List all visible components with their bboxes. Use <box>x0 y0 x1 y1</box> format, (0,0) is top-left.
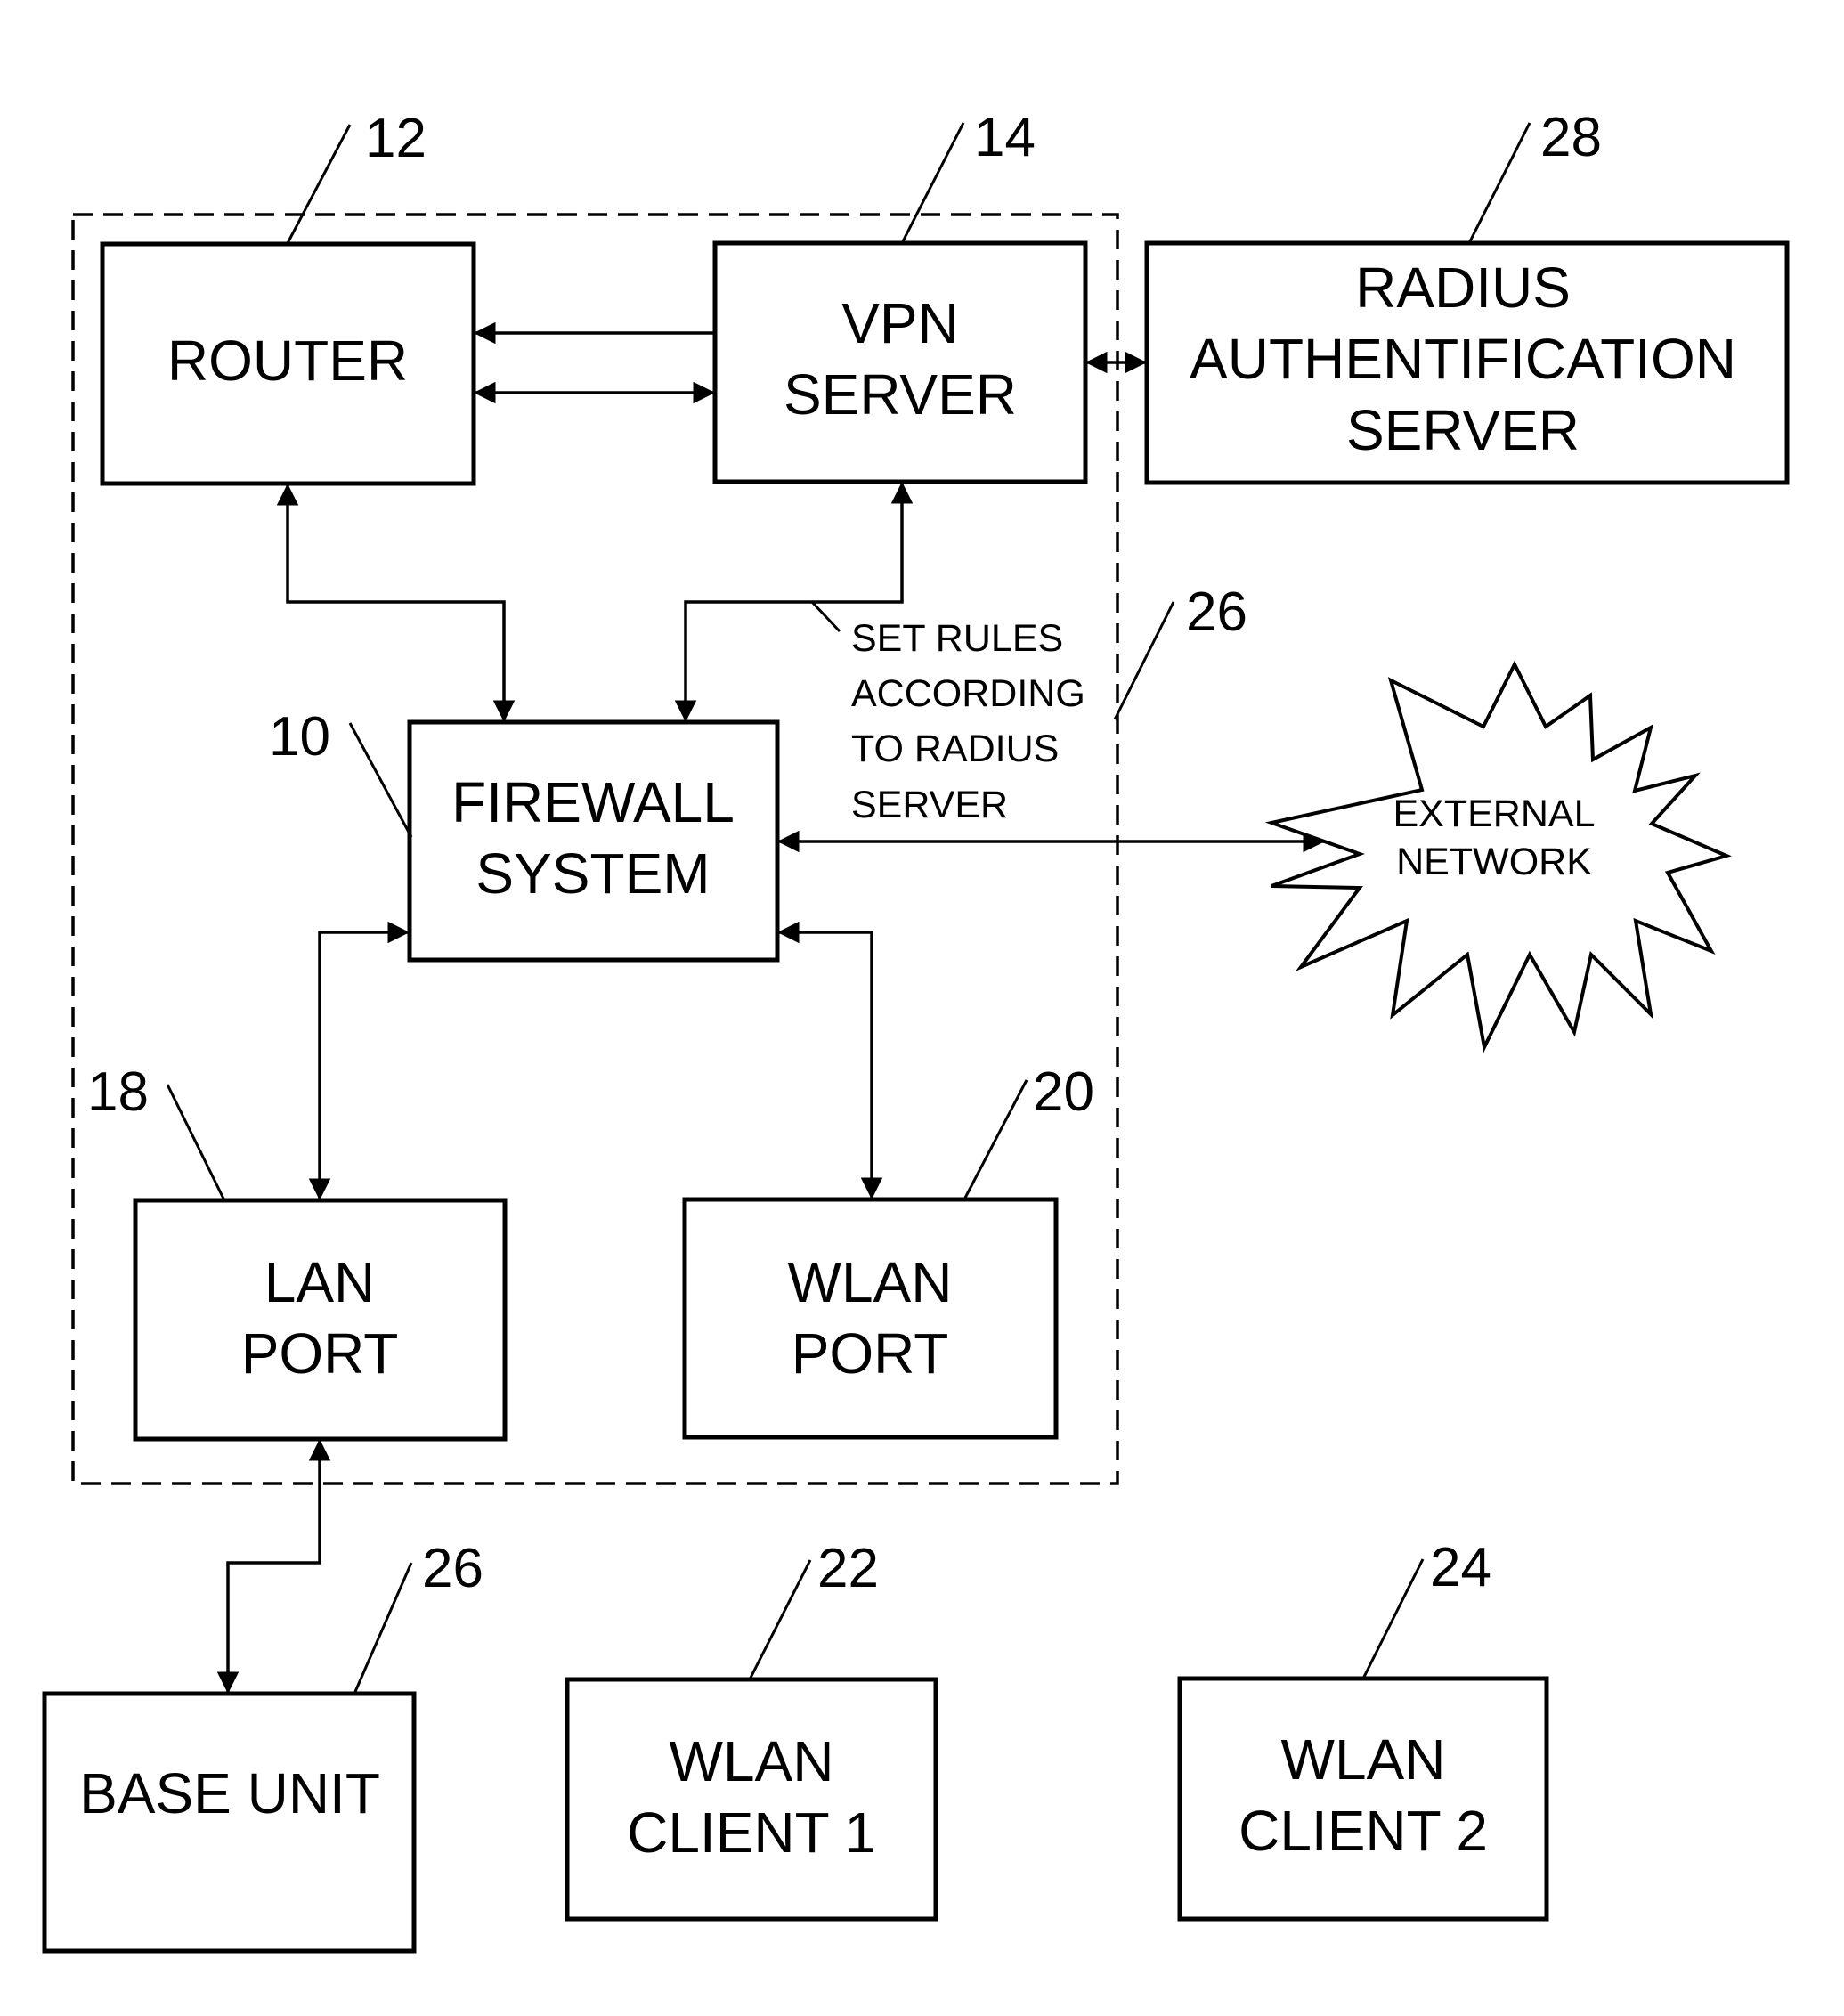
ref-28: 28 <box>1540 107 1602 168</box>
wlan-client-1-box <box>565 1677 938 1922</box>
external-network-label-line1: EXTERNAL <box>1393 793 1595 835</box>
ref-26-group: 26 <box>1186 581 1247 643</box>
lan-port-label-line1: LAN <box>264 1250 376 1314</box>
wlan-port-label-line1: WLAN <box>788 1250 953 1314</box>
leader-24 <box>1361 1558 1425 1679</box>
ref-20: 20 <box>1033 1061 1094 1123</box>
firewall-label-line1: FIREWALL <box>451 770 735 834</box>
ref-24: 24 <box>1430 1537 1491 1598</box>
wlan-client-1-label-line1: WLAN <box>670 1729 834 1793</box>
connector-router-firewall <box>276 484 516 722</box>
wlan-client-2-label-line2: CLIENT 2 <box>1239 1799 1488 1863</box>
leader-20 <box>963 1079 1028 1200</box>
vpn-label-line2: SERVER <box>784 362 1017 427</box>
ref-12: 12 <box>365 108 426 169</box>
leader-26-base <box>353 1562 413 1695</box>
router-label: ROUTER <box>167 329 408 393</box>
ref-22: 22 <box>817 1538 879 1599</box>
wlan-client-2-label-line1: WLAN <box>1281 1727 1446 1792</box>
leader-set-rules <box>810 600 841 633</box>
connector-firewall-lan <box>308 921 410 1200</box>
radius-label-line3: SERVER <box>1346 398 1580 462</box>
ref-26-base: 26 <box>422 1538 483 1599</box>
wlan-client-1-label-line2: CLIENT 1 <box>627 1801 876 1865</box>
radius-label-line1: RADIUS <box>1355 256 1571 320</box>
lan-port-label-line2: PORT <box>241 1321 399 1386</box>
leader-22 <box>748 1559 812 1680</box>
external-network-label-line2: NETWORK <box>1396 841 1592 883</box>
set-rules-line2: ACCORDING <box>851 672 1085 715</box>
set-rules-line3: TO RADIUS <box>851 728 1059 770</box>
leader-12 <box>286 124 352 244</box>
vpn-label-line1: VPN <box>841 291 959 355</box>
leader-26-group <box>1113 601 1175 720</box>
ref-10: 10 <box>269 706 330 768</box>
set-rules-line4: SERVER <box>851 784 1008 826</box>
connector-firewall-wlan <box>777 921 883 1199</box>
leader-10 <box>348 722 413 838</box>
ref-14: 14 <box>974 107 1036 168</box>
leader-18 <box>166 1084 226 1201</box>
connector-lan-base <box>216 1439 331 1694</box>
network-diagram: ROUTER VPN SERVER RADIUS AUTHENTIFICATIO… <box>42 107 1790 1954</box>
set-rules-line1: SET RULES <box>851 617 1063 660</box>
base-unit-label: BASE UNIT <box>79 1761 380 1825</box>
firewall-label-line2: SYSTEM <box>475 841 710 906</box>
wlan-port-box <box>682 1197 1059 1440</box>
radius-label-line2: AUTHENTIFICATION <box>1190 327 1736 391</box>
leader-28 <box>1467 122 1531 244</box>
lan-port-box <box>133 1198 508 1442</box>
wlan-port-label-line2: PORT <box>792 1321 949 1386</box>
ref-18: 18 <box>87 1061 149 1123</box>
leader-14 <box>900 122 965 244</box>
